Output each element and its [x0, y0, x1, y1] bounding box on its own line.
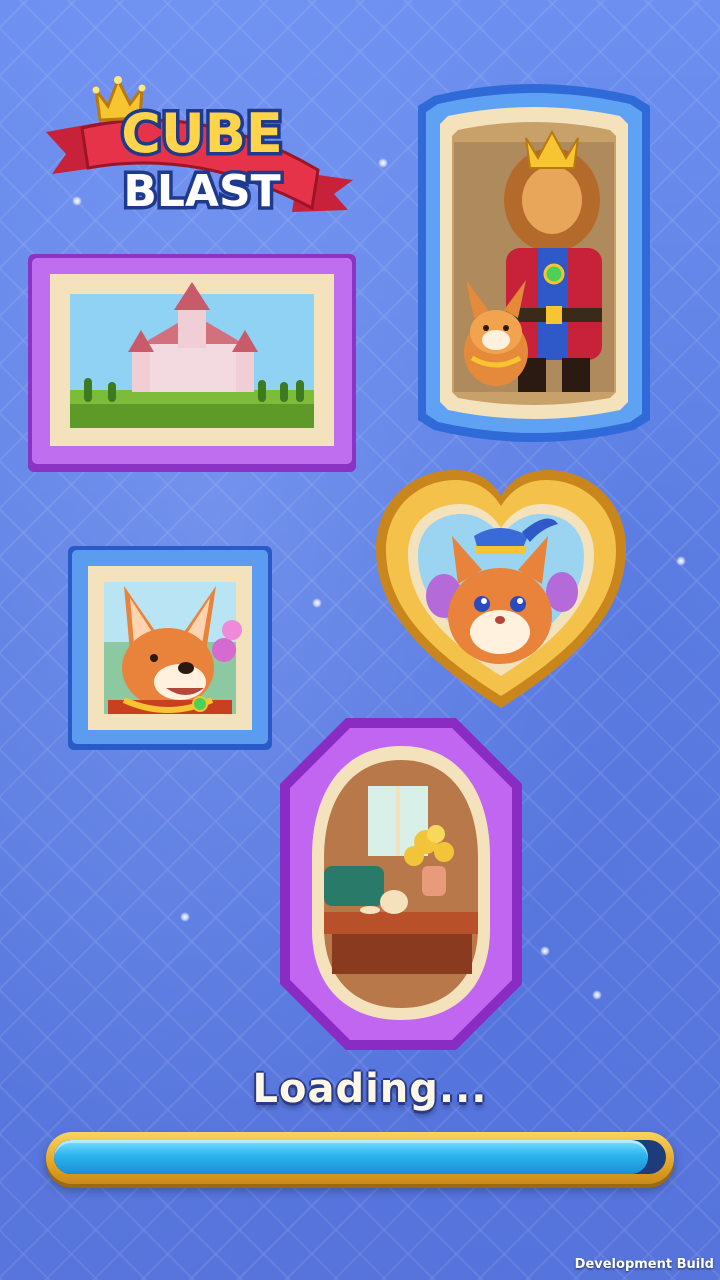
castle-painting: [28, 254, 356, 472]
logo-line2: BLAST: [123, 166, 280, 217]
development-build-label: Development Build: [574, 1257, 714, 1272]
sparkle-icon: [676, 556, 686, 566]
sparkle-icon: [540, 946, 550, 956]
lion-king-painting: [418, 84, 650, 442]
sparkle-icon: [312, 598, 322, 608]
corgi-painting: [68, 546, 272, 750]
sparkle-icon: [378, 158, 388, 168]
living-room-painting: [280, 718, 522, 1050]
logo-line1: CUBE: [121, 102, 283, 165]
progress-track: [54, 1140, 666, 1174]
progress-fill: [54, 1140, 648, 1174]
cat-heart-painting: [376, 470, 626, 708]
sparkle-icon: [180, 912, 190, 922]
loading-label: Loading...: [252, 1066, 488, 1112]
loading-screen: CUBE BLAST Loading... Development Build: [0, 0, 720, 1280]
cube-blast-logo: CUBE BLAST: [46, 76, 353, 220]
sparkle-icon: [592, 990, 602, 1000]
loading-progress-bar: [46, 1132, 674, 1184]
